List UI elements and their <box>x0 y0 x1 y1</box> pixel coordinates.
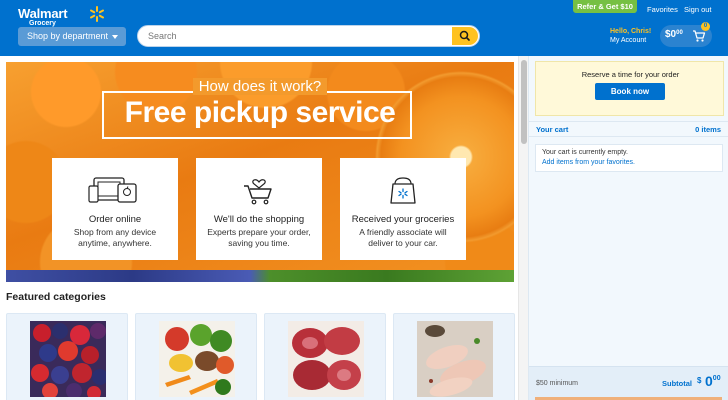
cart-footer: $50 minimum Subtotal $ 000 <box>529 366 728 400</box>
card-desc: Experts prepare your order, saving you t… <box>207 227 311 248</box>
sign-out-link[interactable]: Sign out <box>684 5 712 14</box>
search-input[interactable] <box>148 29 448 43</box>
main-content: How does it work? Free pickup service Or… <box>0 56 518 400</box>
dept-label: Shop by department <box>27 31 109 41</box>
cart-icon <box>693 30 706 42</box>
featured-categories-heading: Featured categories <box>6 291 106 303</box>
category-tile-berries[interactable] <box>6 313 128 400</box>
top-header: Walmart Grocery Shop by department Refer… <box>0 0 728 56</box>
card-title: We'll do the shopping <box>213 214 305 225</box>
subtotal-currency: $ <box>697 376 702 385</box>
category-tile-meat[interactable] <box>264 313 386 400</box>
cart-sidebar: Reserve a time for your order Book now Y… <box>528 56 728 400</box>
empty-cart-text: Your cart is currently empty. <box>542 149 628 156</box>
cart-count-badge: 0 <box>701 22 710 31</box>
reserve-time-box: Reserve a time for your order Book now <box>535 61 724 116</box>
your-cart-label: Your cart <box>536 125 569 134</box>
refer-button[interactable]: Refer & Get $10 <box>573 0 637 13</box>
vegetables-image <box>159 321 235 397</box>
cart-button[interactable]: $000 0 <box>660 22 712 47</box>
reserve-text: Reserve a time for your order <box>581 70 680 79</box>
produce-strip <box>6 270 514 282</box>
search-icon <box>459 30 470 41</box>
grocery-bag-icon <box>390 177 416 204</box>
chevron-down-icon <box>112 35 118 39</box>
subtotal-amount: 0 <box>705 373 713 389</box>
category-tile-chicken[interactable] <box>393 313 515 400</box>
logo-word: Walmart <box>18 6 68 21</box>
favorites-link[interactable]: Favorites <box>647 5 678 14</box>
search-bar <box>137 25 480 47</box>
logo-sub: Grocery <box>29 20 56 27</box>
hero-subtitle: How does it work? <box>6 78 514 95</box>
shop-by-department-button[interactable]: Shop by department <box>18 27 126 46</box>
main-scrollbar[interactable] <box>518 56 528 400</box>
scrollbar-thumb[interactable] <box>521 60 527 144</box>
card-title: Order online <box>88 214 142 225</box>
cart-total-cents: 00 <box>676 30 683 36</box>
how-card-shopping: We'll do the shopping Experts prepare yo… <box>196 158 322 260</box>
berries-image <box>30 321 106 397</box>
subtotal-cents: 00 <box>712 375 721 382</box>
hero-title: Free pickup service <box>124 96 396 129</box>
my-account-link[interactable]: My Account <box>610 37 646 44</box>
cart-header: Your cart 0 items <box>529 121 728 137</box>
cart-total: $000 <box>665 29 683 40</box>
meat-image <box>288 321 364 397</box>
how-card-received: Received your groceries A friendly assoc… <box>340 158 466 260</box>
card-desc: Shop from any device anytime, anywhere. <box>73 227 157 248</box>
add-from-favorites-link[interactable]: Add items from your favorites. <box>542 159 635 166</box>
greeting-text: Hello, Chris! <box>610 28 652 35</box>
devices-icon <box>88 177 137 203</box>
walmart-grocery-logo[interactable]: Walmart Grocery <box>18 5 104 27</box>
cart-total-value: $0 <box>665 29 677 40</box>
category-tile-vegetables[interactable] <box>135 313 257 400</box>
spark-icon <box>90 6 104 22</box>
how-card-order-online: Order online Shop from any device anytim… <box>52 158 178 260</box>
card-desc: A friendly associate will deliver to you… <box>359 227 447 248</box>
pickup-hero-banner: How does it work? Free pickup service Or… <box>6 62 514 282</box>
empty-cart-notice: Your cart is currently empty. Add items … <box>535 144 723 172</box>
hero-subtitle-text: How does it work? <box>192 78 328 95</box>
book-now-button[interactable]: Book now <box>595 83 665 100</box>
cart-item-count: 0 items <box>695 125 721 134</box>
card-title: Received your groceries <box>351 214 455 225</box>
heart-cart-icon <box>244 179 272 205</box>
chicken-image <box>417 321 493 397</box>
subtotal-label: Subtotal <box>662 379 692 388</box>
order-minimum: $50 minimum <box>536 380 579 387</box>
search-button[interactable] <box>452 27 478 45</box>
subtotal-value: 000 <box>705 373 721 389</box>
